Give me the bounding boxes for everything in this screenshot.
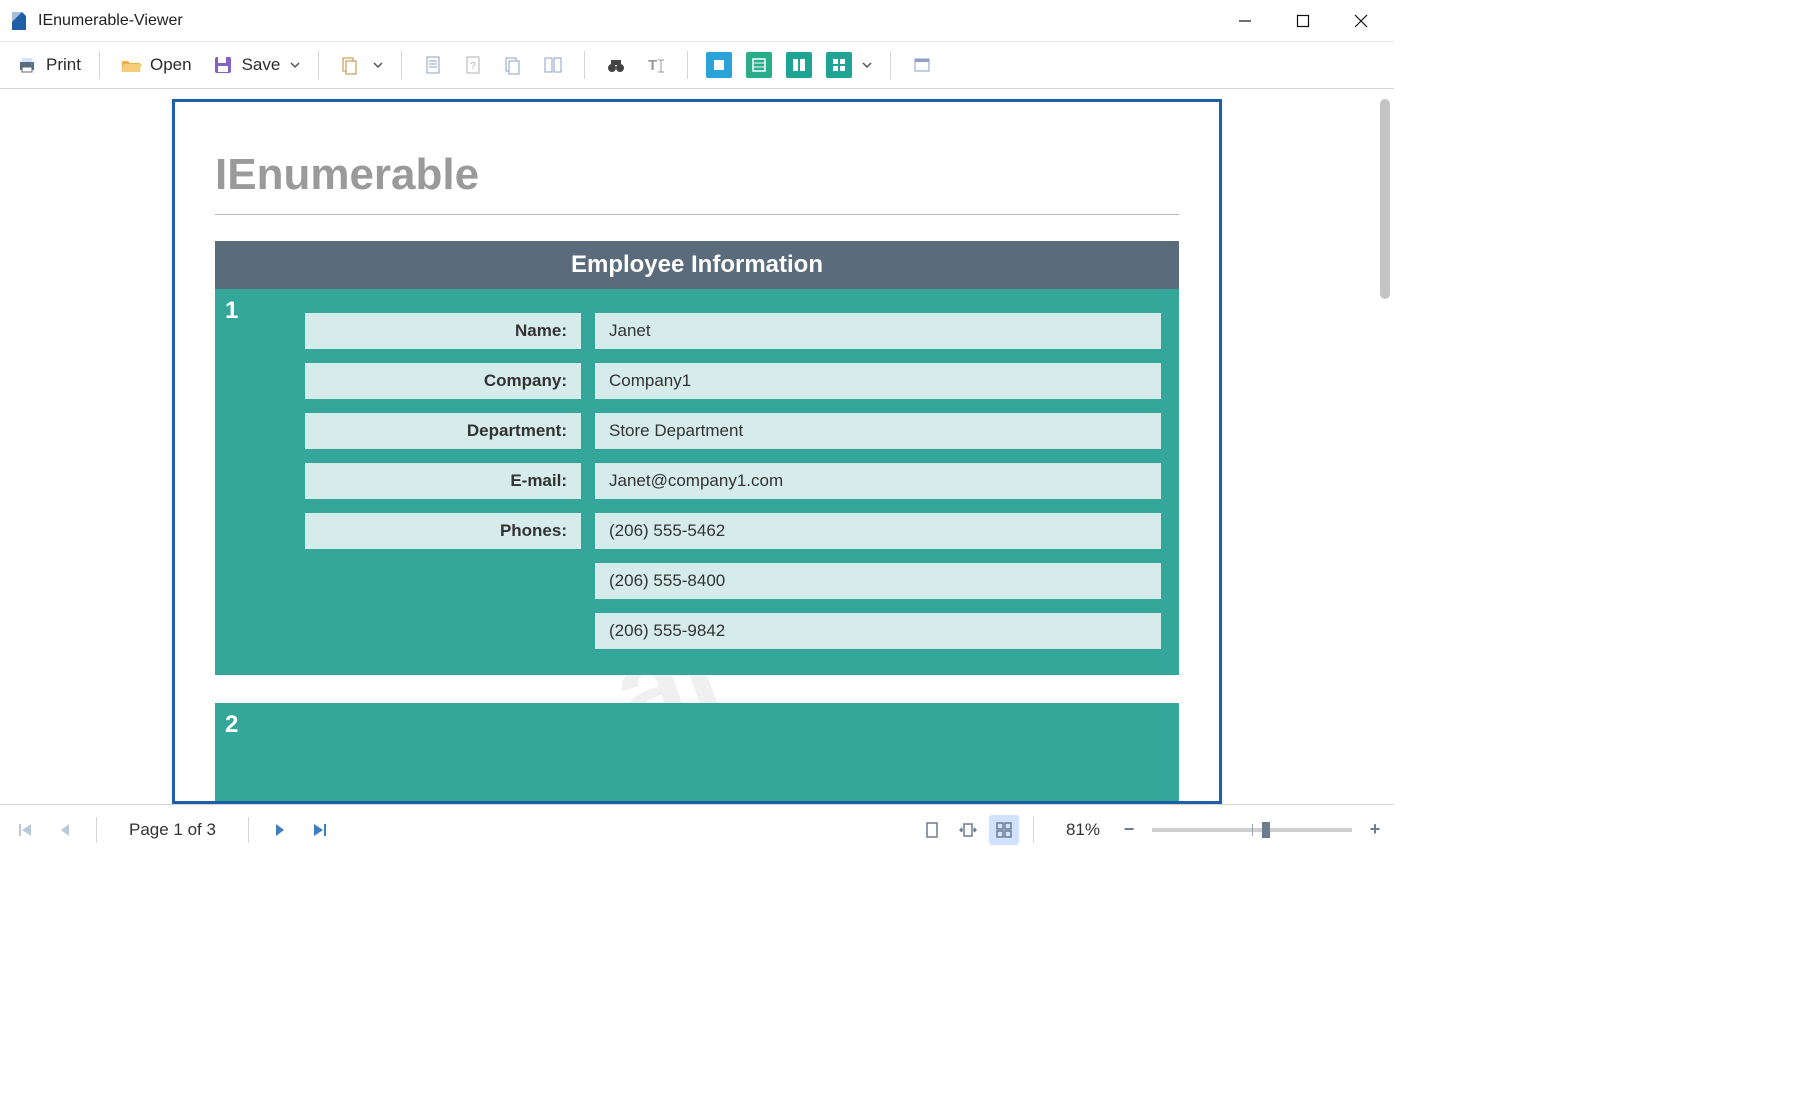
field-value-email: Janet@company1.com: [595, 463, 1161, 499]
layout-twocol-icon: [786, 52, 812, 78]
page-setup-button[interactable]: [414, 48, 452, 82]
save-label: Save: [242, 55, 281, 75]
maximize-button[interactable]: [1274, 0, 1332, 42]
report-page: al IEnumerable Employee Information 1 Na…: [172, 99, 1222, 804]
field-label-email: E-mail:: [305, 463, 581, 499]
minimize-button[interactable]: [1216, 0, 1274, 42]
zoom-in-button[interactable]: +: [1364, 819, 1386, 841]
field-label-company: Company:: [305, 363, 581, 399]
chevron-down-icon: [862, 55, 872, 75]
two-page-button[interactable]: [534, 48, 572, 82]
text-cursor-icon: T: [643, 52, 669, 78]
folder-open-icon: [118, 52, 144, 78]
close-button[interactable]: [1332, 0, 1390, 42]
field-value-name: Janet: [595, 313, 1161, 349]
first-page-button[interactable]: [8, 813, 42, 847]
field-value-phone2: (206) 555-8400: [595, 563, 1161, 599]
record-number: 2: [225, 711, 238, 739]
find-button[interactable]: [597, 48, 635, 82]
zoom-slider[interactable]: [1152, 828, 1352, 832]
help-page-icon: ?: [460, 52, 486, 78]
next-page-button[interactable]: [263, 813, 297, 847]
field-label-phones: Phones:: [305, 513, 581, 549]
print-label: Print: [46, 55, 81, 75]
help-page-button[interactable]: ?: [454, 48, 492, 82]
save-button[interactable]: Save: [204, 48, 307, 82]
zoom-page-width-button[interactable]: [953, 815, 983, 845]
print-button[interactable]: Print: [8, 48, 87, 82]
window-title: IEnumerable-Viewer: [38, 12, 183, 30]
fullscreen-icon: [909, 52, 935, 78]
record-block: 1 Name: Janet Company: Company1 Departme…: [215, 289, 1179, 675]
field-value-phone1: (206) 555-5462: [595, 513, 1161, 549]
chevron-down-icon: [373, 55, 383, 75]
statusbar: Page 1 of 3 81% − +: [0, 804, 1394, 854]
text-select-button[interactable]: T: [637, 48, 675, 82]
layout-continuous-button[interactable]: [740, 48, 778, 82]
zoom-out-button[interactable]: −: [1118, 819, 1140, 841]
page-indicator: Page 1 of 3: [111, 820, 234, 840]
field-value-department: Store Department: [595, 413, 1161, 449]
zoom-percent: 81%: [1066, 820, 1100, 840]
toolbar: Print Open Save ? T: [0, 42, 1394, 89]
print-icon: [14, 52, 40, 78]
app-icon: [8, 10, 30, 32]
copy-page-icon: [500, 52, 526, 78]
report-title: IEnumerable: [215, 150, 1179, 215]
copy-icon: [337, 52, 363, 78]
copy-button[interactable]: [331, 48, 389, 82]
chevron-down-icon: [290, 55, 300, 75]
record-number: 1: [225, 297, 238, 325]
layout-grid-button[interactable]: [820, 48, 878, 82]
layout-grid-icon: [826, 52, 852, 78]
fullscreen-button[interactable]: [903, 48, 941, 82]
layout-continuous-icon: [746, 52, 772, 78]
field-label-department: Department:: [305, 413, 581, 449]
open-label: Open: [150, 55, 192, 75]
open-button[interactable]: Open: [112, 48, 198, 82]
field-label-name: Name:: [305, 313, 581, 349]
zoom-whole-page-button[interactable]: [917, 815, 947, 845]
copy-page-button[interactable]: [494, 48, 532, 82]
section-header: Employee Information: [215, 241, 1179, 289]
layout-single-icon: [706, 52, 732, 78]
binoculars-icon: [603, 52, 629, 78]
field-value-company: Company1: [595, 363, 1161, 399]
last-page-button[interactable]: [303, 813, 337, 847]
page-icon: [420, 52, 446, 78]
layout-twocol-button[interactable]: [780, 48, 818, 82]
prev-page-button[interactable]: [48, 813, 82, 847]
record-block: 2: [215, 703, 1179, 804]
field-value-phone3: (206) 555-9842: [595, 613, 1161, 649]
save-icon: [210, 52, 236, 78]
document-viewer[interactable]: al IEnumerable Employee Information 1 Na…: [0, 89, 1394, 804]
zoom-slider-handle[interactable]: [1262, 822, 1270, 838]
svg-text:?: ?: [471, 61, 477, 72]
two-page-icon: [540, 52, 566, 78]
scrollbar-thumb[interactable]: [1380, 99, 1390, 299]
zoom-multi-page-button[interactable]: [989, 815, 1019, 845]
svg-text:T: T: [648, 57, 657, 74]
titlebar: IEnumerable-Viewer: [0, 0, 1394, 42]
layout-single-button[interactable]: [700, 48, 738, 82]
